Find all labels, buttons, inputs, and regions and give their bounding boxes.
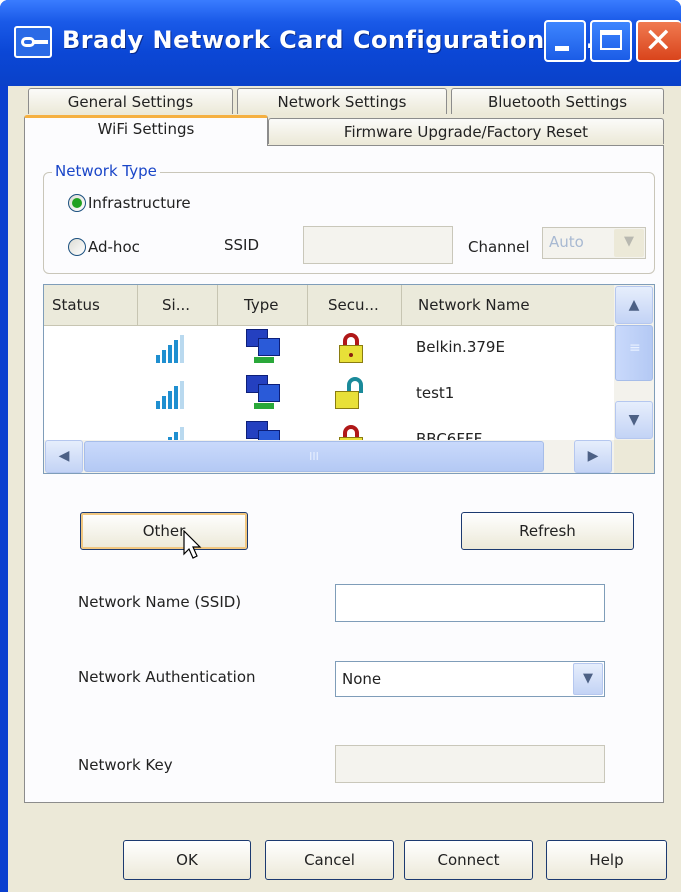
column-network-name[interactable]: Network Name <box>402 285 614 325</box>
wifi-networks-list[interactable]: Status Si... Type Secu... Network Name B… <box>43 284 655 474</box>
table-row[interactable]: test1 <box>44 371 614 417</box>
network-card-app-icon[interactable] <box>14 26 52 58</box>
lock-open-icon <box>335 377 363 409</box>
vertical-scroll-thumb[interactable] <box>615 325 653 381</box>
tab-network-settings[interactable]: Network Settings <box>237 88 447 114</box>
column-type[interactable]: Type <box>218 285 308 325</box>
adhoc-ssid-input[interactable] <box>303 226 453 264</box>
network-key-input[interactable] <box>335 745 605 783</box>
network-authentication-label: Network Authentication <box>78 668 256 686</box>
chevron-down-icon[interactable]: ▼ <box>614 229 644 257</box>
network-authentication-value: None <box>342 670 382 688</box>
channel-select[interactable]: Auto ▼ <box>542 227 646 259</box>
cancel-button[interactable]: Cancel <box>265 840 394 880</box>
channel-label: Channel <box>468 238 530 256</box>
scroll-left-button[interactable]: ◀ <box>45 440 83 473</box>
maximize-button[interactable] <box>590 20 632 62</box>
horizontal-scroll-thumb[interactable]: III <box>84 441 544 472</box>
infrastructure-radio[interactable] <box>68 194 86 212</box>
scroll-up-button[interactable]: ▲ <box>615 286 653 324</box>
column-security[interactable]: Secu... <box>308 285 402 325</box>
connect-button[interactable]: Connect <box>404 840 533 880</box>
adhoc-label[interactable]: Ad-hoc <box>88 238 140 256</box>
scroll-right-button[interactable]: ▶ <box>574 440 612 473</box>
maximize-icon <box>600 30 622 50</box>
signal-strength-icon <box>156 381 196 409</box>
network-authentication-select[interactable]: None ▼ <box>335 661 605 697</box>
tab-wifi-settings[interactable]: WiFi Settings <box>24 115 268 146</box>
minimize-icon <box>555 46 569 51</box>
vertical-scrollbar[interactable]: ▲ ▼ <box>614 285 654 440</box>
window-title: Brady Network Card Configuration Ut... <box>62 26 615 54</box>
network-name: test1 <box>416 384 455 402</box>
signal-strength-icon <box>156 335 196 363</box>
table-row[interactable]: Belkin.379E <box>44 325 614 371</box>
chevron-down-icon[interactable]: ▼ <box>573 663 603 695</box>
close-icon: ✕ <box>644 21 673 61</box>
mouse-cursor-icon <box>183 530 202 559</box>
infrastructure-label[interactable]: Infrastructure <box>88 194 191 212</box>
column-signal[interactable]: Si... <box>138 285 218 325</box>
tab-bluetooth-settings[interactable]: Bluetooth Settings <box>451 88 664 114</box>
other-button[interactable]: Other <box>80 512 248 550</box>
ssid-label: SSID <box>224 236 260 254</box>
tab-general-settings[interactable]: General Settings <box>28 88 233 114</box>
network-type-legend: Network Type <box>52 162 160 180</box>
infrastructure-network-icon <box>246 329 280 367</box>
channel-value: Auto <box>549 233 584 251</box>
title-bar[interactable]: Brady Network Card Configuration Ut... ✕ <box>0 0 681 86</box>
network-name-ssid-input[interactable] <box>335 584 605 622</box>
infrastructure-network-icon <box>246 375 280 413</box>
scroll-down-button[interactable]: ▼ <box>615 401 653 439</box>
scrollbar-corner <box>614 440 654 473</box>
help-button[interactable]: Help <box>546 840 667 880</box>
refresh-button[interactable]: Refresh <box>461 512 634 550</box>
adhoc-radio[interactable] <box>68 238 86 256</box>
minimize-button[interactable] <box>544 20 586 62</box>
network-name-ssid-label: Network Name (SSID) <box>78 593 242 611</box>
list-header: Status Si... Type Secu... Network Name <box>44 285 614 326</box>
column-status[interactable]: Status <box>44 285 138 325</box>
close-button[interactable]: ✕ <box>636 20 681 62</box>
lock-closed-icon <box>339 333 363 363</box>
network-key-label: Network Key <box>78 756 173 774</box>
tab-firmware-upgrade[interactable]: Firmware Upgrade/Factory Reset <box>268 118 664 144</box>
ok-button[interactable]: OK <box>123 840 251 880</box>
horizontal-scrollbar[interactable]: ◀ III ▶ <box>44 440 614 473</box>
network-name: Belkin.379E <box>416 338 505 356</box>
